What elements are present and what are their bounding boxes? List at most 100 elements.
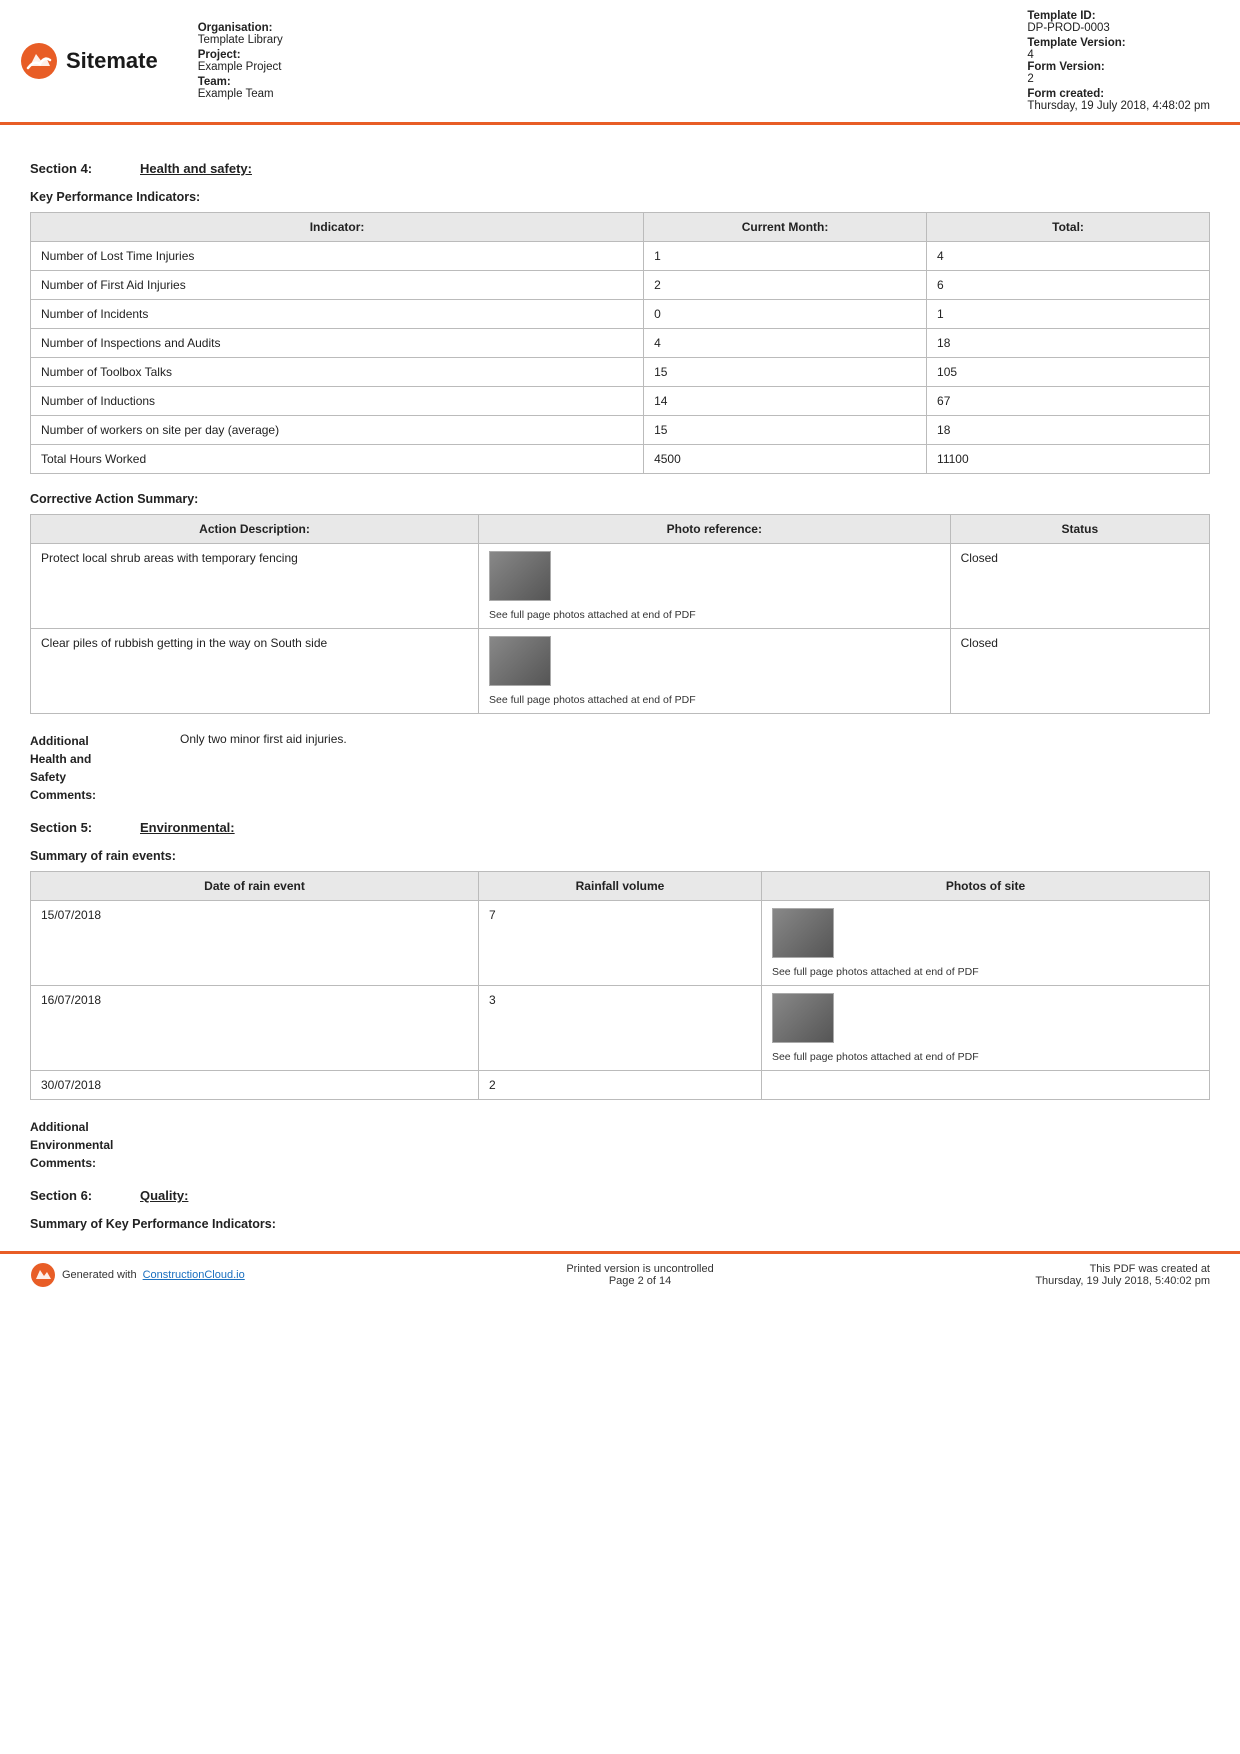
kpi-cell-indicator: Total Hours Worked (31, 445, 644, 474)
team-label: Team: (198, 76, 283, 88)
template-id-value: DP-PROD-0003 (1027, 22, 1210, 34)
footer-page: Page 2 of 14 (566, 1275, 713, 1287)
kpi-col-current: Current Month: (644, 213, 927, 242)
team-value: Example Team (198, 88, 283, 100)
photo-caption: See full page photos attached at end of … (489, 609, 940, 621)
organisation-value: Template Library (198, 34, 283, 46)
kpi-row: Number of Toolbox Talks 15 105 (31, 358, 1210, 387)
kpi-cell-total: 6 (927, 271, 1210, 300)
template-version-row: Template Version: 4 Form Version: 2 (1027, 37, 1210, 85)
rain-cell-date: 30/07/2018 (31, 1071, 479, 1100)
organisation-row: Organisation: Template Library (198, 22, 283, 46)
rain-table: Date of rain event Rainfall volume Photo… (30, 871, 1210, 1100)
section6-label: Section 6: (30, 1188, 120, 1203)
section6-name: Quality: (140, 1188, 188, 1203)
kpi-cell-indicator: Number of Lost Time Injuries (31, 242, 644, 271)
form-version-value: 2 (1027, 73, 1210, 85)
footer-right: This PDF was created at Thursday, 19 Jul… (1035, 1263, 1210, 1287)
corrective-col-status: Status (950, 515, 1209, 544)
kpi-col-total: Total: (927, 213, 1210, 242)
corrective-row: Clear piles of rubbish getting in the wa… (31, 629, 1210, 714)
kpi-row: Number of Incidents 0 1 (31, 300, 1210, 329)
kpi-cell-total: 67 (927, 387, 1210, 416)
footer-generated-text: Generated with (62, 1269, 137, 1281)
footer-center: Printed version is uncontrolled Page 2 o… (566, 1263, 713, 1287)
page-header: Sitemate Organisation: Template Library … (0, 0, 1240, 125)
kpi-heading: Key Performance Indicators: (30, 190, 1210, 204)
photo-caption: See full page photos attached at end of … (489, 694, 940, 706)
kpi-row: Number of Lost Time Injuries 1 4 (31, 242, 1210, 271)
photo-thumbnail (772, 908, 834, 958)
rain-header-row: Date of rain event Rainfall volume Photo… (31, 872, 1210, 901)
kpi-cell-current: 1 (644, 242, 927, 271)
team-row: Team: Example Team (198, 76, 283, 100)
rain-cell-date: 16/07/2018 (31, 986, 479, 1071)
kpi-cell-indicator: Number of Inspections and Audits (31, 329, 644, 358)
kpi-row: Number of First Aid Injuries 2 6 (31, 271, 1210, 300)
photo-thumbnail (489, 636, 551, 686)
template-version-value: 4 (1027, 49, 1210, 61)
organisation-label: Organisation: (198, 22, 283, 34)
corrective-cell-status: Closed (950, 629, 1209, 714)
kpi-cell-current: 4 (644, 329, 927, 358)
rain-cell-volume: 7 (479, 901, 762, 986)
kpi-cell-current: 0 (644, 300, 927, 329)
kpi-cell-indicator: Number of workers on site per day (avera… (31, 416, 644, 445)
corrective-col-photo: Photo reference: (479, 515, 951, 544)
sitemate-logo-icon (20, 42, 58, 80)
section5-title: Section 5: Environmental: (30, 820, 1210, 835)
project-row: Project: Example Project (198, 49, 283, 73)
additional-hs-value: Only two minor first aid injuries. (180, 732, 347, 804)
kpi-cell-total: 105 (927, 358, 1210, 387)
kpi-cell-current: 15 (644, 416, 927, 445)
additional-env-block: AdditionalEnvironmentalComments: (30, 1118, 1210, 1172)
page-content: Section 4: Health and safety: Key Perfor… (0, 125, 1240, 1231)
section4-title: Section 4: Health and safety: (30, 161, 1210, 176)
kpi-cell-indicator: Number of Inductions (31, 387, 644, 416)
template-id-label: Template ID: (1027, 10, 1210, 22)
kpi-cell-indicator: Number of First Aid Injuries (31, 271, 644, 300)
kpi-cell-current: 2 (644, 271, 927, 300)
kpi-row: Number of Inductions 14 67 (31, 387, 1210, 416)
rain-cell-date: 15/07/2018 (31, 901, 479, 986)
summary-kpi-heading: Summary of Key Performance Indicators: (30, 1217, 1210, 1231)
rain-cell-photos: See full page photos attached at end of … (761, 901, 1209, 986)
section4-label: Section 4: (30, 161, 120, 176)
kpi-table: Indicator: Current Month: Total: Number … (30, 212, 1210, 474)
logo-area: Sitemate (20, 10, 158, 112)
footer-pdf-created-value: Thursday, 19 July 2018, 5:40:02 pm (1035, 1275, 1210, 1287)
template-id-row: Template ID: DP-PROD-0003 (1027, 10, 1210, 34)
kpi-row: Number of Inspections and Audits 4 18 (31, 329, 1210, 358)
form-created-value: Thursday, 19 July 2018, 4:48:02 pm (1027, 100, 1210, 112)
kpi-cell-total: 18 (927, 416, 1210, 445)
rain-heading: Summary of rain events: (30, 849, 1210, 863)
kpi-cell-total: 18 (927, 329, 1210, 358)
rain-row: 30/07/2018 2 (31, 1071, 1210, 1100)
kpi-header-row: Indicator: Current Month: Total: (31, 213, 1210, 242)
photo-caption: See full page photos attached at end of … (772, 1051, 1199, 1063)
kpi-cell-current: 14 (644, 387, 927, 416)
section5-name: Environmental: (140, 820, 235, 835)
corrective-cell-photo: See full page photos attached at end of … (479, 544, 951, 629)
additional-hs-block: AdditionalHealth andSafetyComments: Only… (30, 732, 1210, 804)
kpi-row: Total Hours Worked 4500 11100 (31, 445, 1210, 474)
kpi-cell-total: 1 (927, 300, 1210, 329)
corrective-heading: Corrective Action Summary: (30, 492, 1210, 506)
kpi-cell-total: 11100 (927, 445, 1210, 474)
corrective-cell-action: Protect local shrub areas with temporary… (31, 544, 479, 629)
corrective-table: Action Description: Photo reference: Sta… (30, 514, 1210, 714)
rain-row: 15/07/2018 7 See full page photos attach… (31, 901, 1210, 986)
photo-thumbnail (772, 993, 834, 1043)
project-value: Example Project (198, 61, 283, 73)
section4-name: Health and safety: (140, 161, 252, 176)
rain-cell-photos (761, 1071, 1209, 1100)
header-meta: Organisation: Template Library Project: … (198, 10, 1210, 112)
rain-cell-volume: 2 (479, 1071, 762, 1100)
header-meta-left: Organisation: Template Library Project: … (198, 10, 283, 112)
corrective-row: Protect local shrub areas with temporary… (31, 544, 1210, 629)
additional-hs-label: AdditionalHealth andSafetyComments: (30, 732, 160, 804)
form-created-row: Form created: Thursday, 19 July 2018, 4:… (1027, 88, 1210, 112)
header-meta-right: Template ID: DP-PROD-0003 Template Versi… (1027, 10, 1210, 112)
footer-pdf-created-label: This PDF was created at (1035, 1263, 1210, 1275)
footer-link[interactable]: ConstructionCloud.io (143, 1269, 245, 1281)
